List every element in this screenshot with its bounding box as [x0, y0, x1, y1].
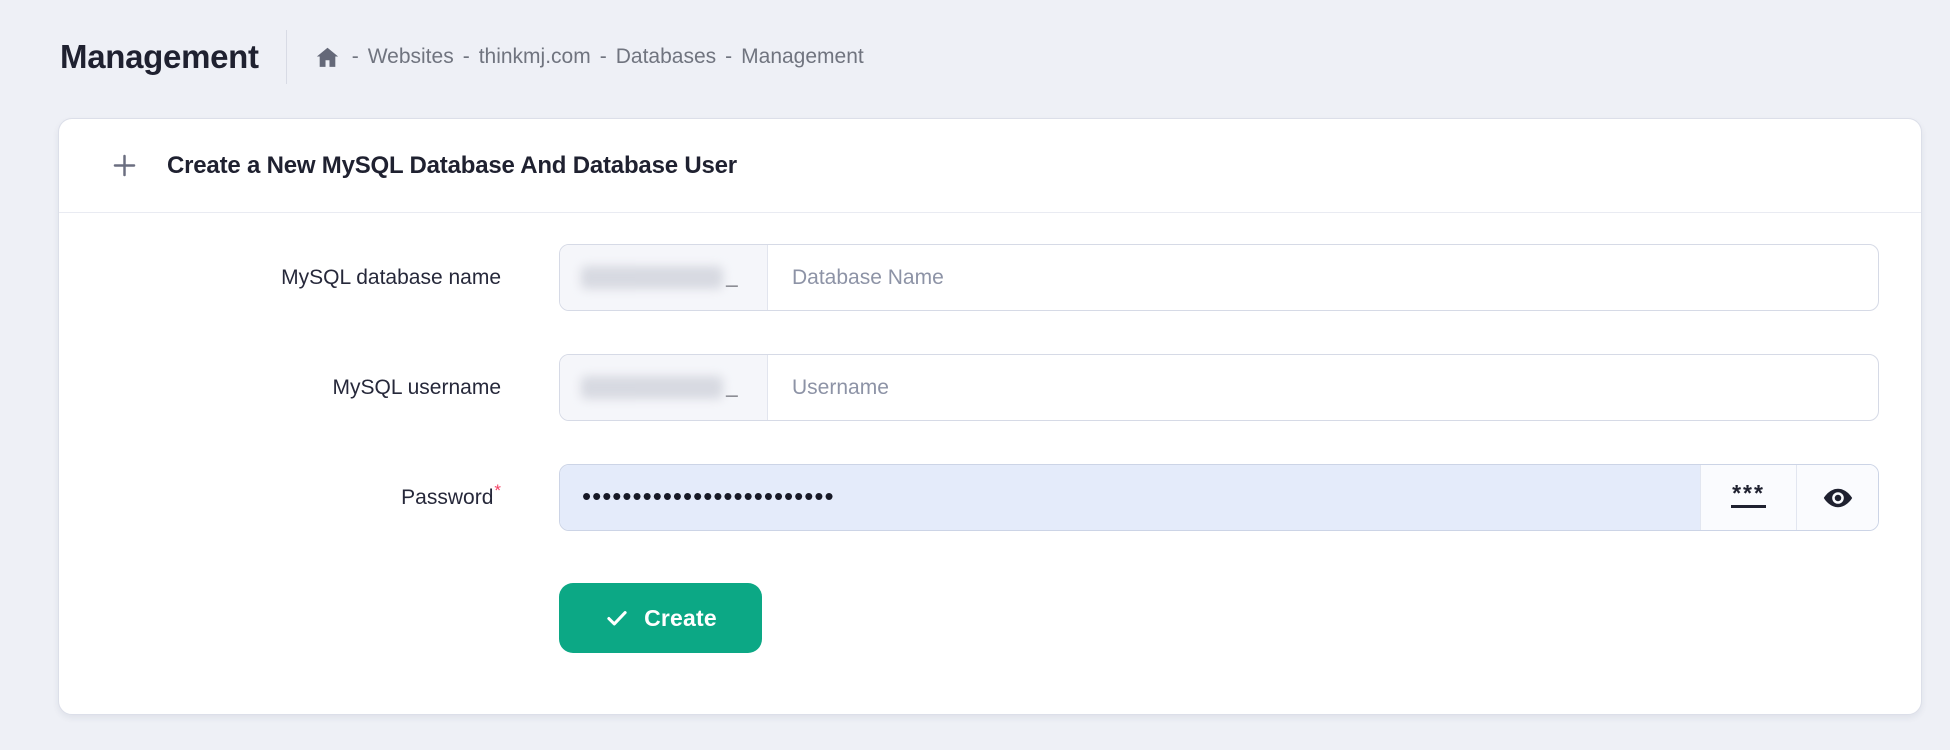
masked-password-value: ••••••••••••••••••••••••• [582, 480, 835, 511]
breadcrumb-separator: - [599, 45, 607, 68]
prefix-underscore: _ [726, 375, 738, 399]
database-name-input[interactable] [768, 245, 1878, 310]
password-row: Password* ••••••••••••••••••••••••• *** [59, 464, 1921, 531]
card-body: MySQL database name _ MySQL username _ [59, 213, 1921, 653]
username-prefix: _ [560, 355, 768, 420]
show-password-button[interactable] [1796, 465, 1878, 530]
breadcrumb-item-domain[interactable]: thinkmj.com [479, 45, 591, 69]
password-label: Password* [401, 480, 501, 509]
check-icon [604, 605, 630, 631]
breadcrumb-separator: - [351, 45, 359, 68]
card-title: Create a New MySQL Database And Database… [167, 151, 737, 179]
breadcrumb-separator: - [462, 45, 470, 68]
breadcrumb-separator: - [725, 45, 733, 68]
breadcrumb-item-databases[interactable]: Databases [616, 45, 716, 69]
database-name-prefix: _ [560, 245, 768, 310]
redacted-prefix-value [581, 266, 723, 289]
database-name-row: MySQL database name _ [59, 244, 1921, 311]
page-header: Management - Websites - thinkmj.com - Da… [60, 28, 864, 86]
generate-password-icon: *** [1731, 481, 1766, 509]
generate-password-button[interactable]: *** [1700, 465, 1796, 530]
password-input[interactable]: ••••••••••••••••••••••••• [560, 465, 1700, 530]
database-name-label: MySQL database name [281, 265, 501, 289]
required-asterisk: * [494, 480, 501, 500]
card-header: Create a New MySQL Database And Database… [59, 119, 1921, 213]
redacted-prefix-value [581, 376, 723, 399]
page-title: Management [60, 38, 259, 75]
username-input[interactable] [768, 355, 1878, 420]
create-button[interactable]: Create [559, 583, 762, 653]
username-label: MySQL username [332, 375, 501, 399]
home-icon[interactable] [315, 45, 340, 70]
username-row: MySQL username _ [59, 354, 1921, 421]
header-divider [285, 30, 287, 84]
eye-icon [1821, 481, 1855, 515]
breadcrumb-item-management: Management [741, 45, 864, 68]
database-name-input-group: _ [559, 244, 1879, 311]
username-input-group: _ [559, 354, 1879, 421]
create-database-card: Create a New MySQL Database And Database… [58, 118, 1922, 715]
password-input-group: ••••••••••••••••••••••••• *** [559, 464, 1879, 531]
prefix-underscore: _ [726, 265, 738, 289]
breadcrumb-item-websites[interactable]: Websites [368, 45, 454, 69]
create-button-label: Create [644, 604, 717, 631]
plus-icon [111, 152, 138, 179]
breadcrumb: - Websites - thinkmj.com - Databases - M… [315, 45, 864, 70]
create-row: Create [559, 583, 1921, 653]
